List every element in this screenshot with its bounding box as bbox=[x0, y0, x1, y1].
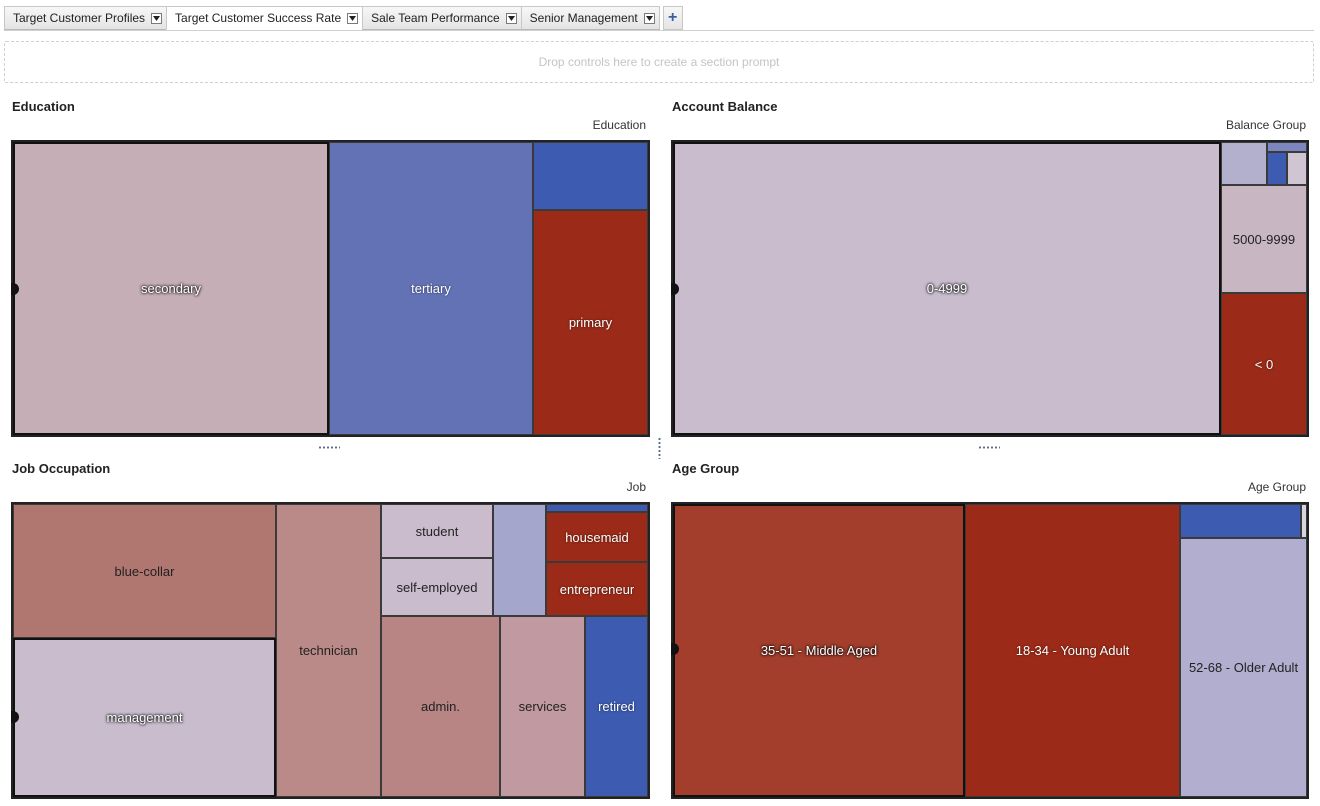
tile-older-adult[interactable]: 52-68 - Older Adult bbox=[1180, 538, 1307, 797]
tile-student[interactable]: student bbox=[381, 504, 493, 558]
tile-label: student bbox=[415, 523, 459, 539]
tile-tertiary[interactable]: tertiary bbox=[329, 142, 533, 435]
section-prompt-dropzone[interactable]: Drop controls here to create a section p… bbox=[4, 41, 1314, 83]
tile-middle-aged[interactable]: 35-51 - Middle Aged bbox=[673, 504, 965, 797]
tile-label: 5000-9999 bbox=[1232, 231, 1296, 247]
job-dimension-label: Job bbox=[626, 480, 646, 494]
resize-handle-icon[interactable] bbox=[978, 446, 1000, 449]
tab-dropdown-icon[interactable] bbox=[643, 12, 655, 24]
education-section-title: Education bbox=[12, 99, 75, 114]
tile-0-4999[interactable]: 0-4999 bbox=[673, 142, 1221, 435]
tile-management[interactable]: management bbox=[13, 638, 276, 797]
tile-age-other-a[interactable] bbox=[1180, 504, 1301, 538]
job-section-title: Job Occupation bbox=[12, 461, 111, 476]
tile-label: services bbox=[518, 699, 567, 714]
tab-sale-team-performance[interactable]: Sale Team Performance bbox=[362, 6, 522, 30]
tile-label: 18-34 - Young Adult bbox=[1015, 643, 1130, 658]
tile-balance-group-d[interactable] bbox=[1287, 152, 1307, 185]
tile-label: blue-collar bbox=[114, 563, 175, 579]
tile-entrepreneur[interactable]: entrepreneur bbox=[546, 562, 648, 616]
tile-age-other-b[interactable] bbox=[1301, 504, 1307, 538]
tile-self-employed[interactable]: self-employed bbox=[381, 558, 493, 616]
tile-label: tertiary bbox=[411, 281, 451, 296]
age-dimension-label: Age Group bbox=[1247, 480, 1306, 494]
tile-label: secondary bbox=[141, 281, 201, 296]
tab-dropdown-icon[interactable] bbox=[505, 12, 517, 24]
balance-section-title: Account Balance bbox=[672, 99, 778, 114]
tile-negative[interactable]: < 0 bbox=[1221, 293, 1307, 435]
tile-balance-group-a[interactable] bbox=[1221, 142, 1267, 185]
tile-label: 52-68 - Older Adult bbox=[1188, 660, 1299, 675]
tile-label: 35-51 - Middle Aged bbox=[760, 643, 878, 658]
plus-icon[interactable]: + bbox=[662, 6, 683, 30]
tile-primary[interactable]: primary bbox=[533, 210, 648, 435]
tile-young-adult[interactable]: 18-34 - Young Adult bbox=[965, 504, 1180, 797]
page-tab-bar: Target Customer Profiles Target Customer… bbox=[4, 6, 683, 32]
tab-senior-management[interactable]: Senior Management bbox=[520, 6, 660, 30]
tab-label: Target Customer Profiles bbox=[13, 11, 146, 25]
tile-blue-collar[interactable]: blue-collar bbox=[13, 504, 276, 638]
tab-dropdown-icon[interactable] bbox=[151, 12, 163, 24]
dropzone-text: Drop controls here to create a section p… bbox=[538, 55, 780, 69]
tile-label: self-employed bbox=[396, 579, 478, 595]
tab-label: Sale Team Performance bbox=[371, 11, 500, 25]
tab-label: Senior Management bbox=[529, 11, 638, 25]
tile-label: admin. bbox=[420, 699, 461, 714]
tile-retired[interactable]: retired bbox=[585, 616, 648, 797]
education-treemap: secondary tertiary primary bbox=[11, 140, 650, 437]
tab-target-customer-success-rate[interactable]: Target Customer Success Rate bbox=[166, 6, 364, 30]
tab-divider bbox=[4, 30, 1314, 31]
tile-job-unemployed[interactable] bbox=[546, 504, 648, 512]
tile-education-other[interactable] bbox=[533, 142, 648, 210]
tile-label: management bbox=[106, 710, 183, 725]
resize-handle-icon[interactable] bbox=[318, 446, 340, 449]
tile-balance-group-b[interactable] bbox=[1267, 142, 1307, 152]
balance-treemap: 0-4999 5000-9999 < 0 bbox=[671, 140, 1309, 437]
tab-target-customer-profiles[interactable]: Target Customer Profiles bbox=[4, 6, 168, 30]
age-section-title: Age Group bbox=[672, 461, 740, 476]
tile-services[interactable]: services bbox=[500, 616, 585, 797]
tile-5000-9999[interactable]: 5000-9999 bbox=[1221, 185, 1307, 293]
age-treemap: 35-51 - Middle Aged 18-34 - Young Adult … bbox=[671, 502, 1309, 799]
job-treemap: blue-collar management technician studen… bbox=[11, 502, 650, 799]
tile-balance-group-c[interactable] bbox=[1267, 152, 1287, 185]
tile-label: retired bbox=[598, 699, 635, 714]
balance-dimension-label: Balance Group bbox=[1225, 118, 1306, 132]
tile-label: entrepreneur bbox=[559, 581, 635, 597]
tile-label: technician bbox=[299, 643, 358, 658]
tile-job-unknown[interactable] bbox=[493, 504, 546, 616]
tile-technician[interactable]: technician bbox=[276, 504, 381, 797]
tile-label: < 0 bbox=[1254, 356, 1274, 372]
tile-label: 0-4999 bbox=[926, 281, 968, 296]
tile-label: primary bbox=[568, 315, 613, 330]
tile-secondary[interactable]: secondary bbox=[13, 142, 329, 435]
column-resize-handle-icon[interactable] bbox=[658, 437, 661, 459]
tab-label: Target Customer Success Rate bbox=[175, 11, 342, 25]
tile-admin[interactable]: admin. bbox=[381, 616, 500, 797]
tab-dropdown-icon[interactable] bbox=[347, 12, 359, 24]
tile-label: housemaid bbox=[565, 529, 629, 545]
education-dimension-label: Education bbox=[592, 118, 646, 132]
tile-housemaid[interactable]: housemaid bbox=[546, 512, 648, 562]
